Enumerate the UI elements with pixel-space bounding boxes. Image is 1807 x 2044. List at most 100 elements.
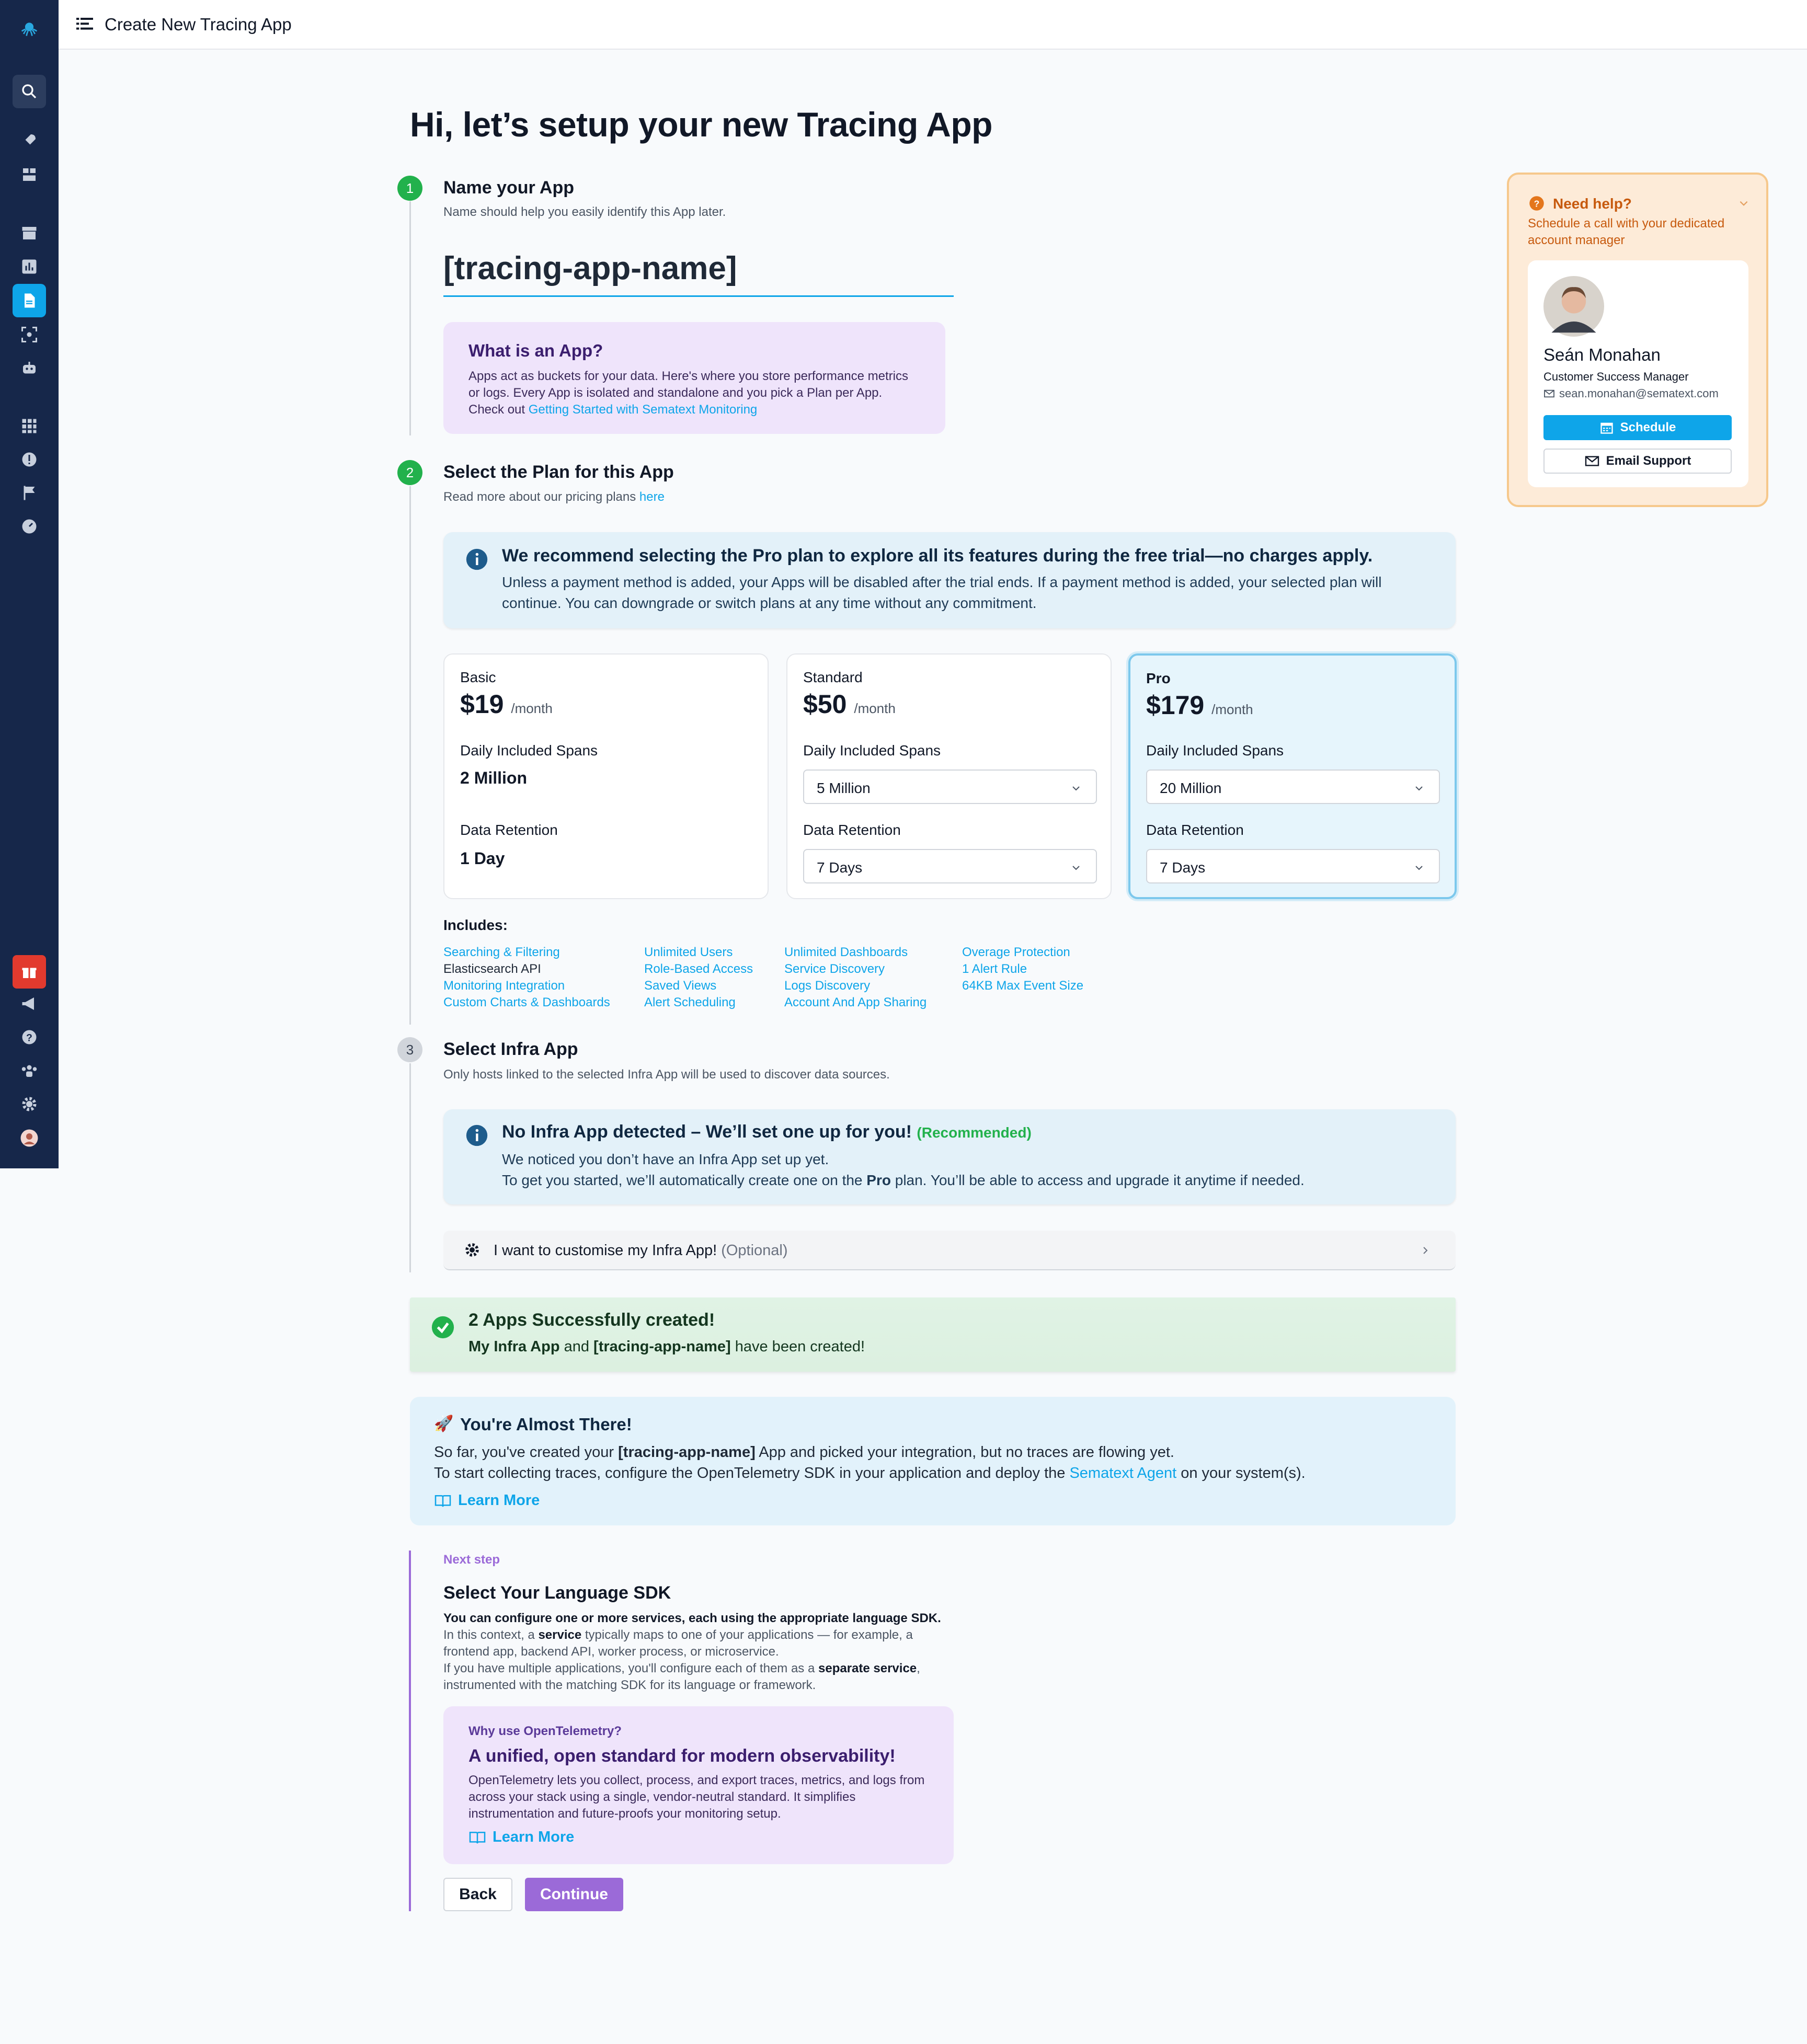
alert-icon[interactable] xyxy=(13,443,46,476)
integrations-icon[interactable] xyxy=(13,158,46,191)
help-icon[interactable]: ? xyxy=(13,1020,46,1054)
continue-button[interactable]: Continue xyxy=(525,1878,623,1911)
includes-label: Includes: xyxy=(443,917,508,933)
app-name-value: [tracing-app-name] xyxy=(443,250,737,286)
envelope-icon xyxy=(1544,389,1554,398)
getting-started-link[interactable]: Getting Started with Sematext Monitoring xyxy=(529,403,758,417)
logo-icon[interactable] xyxy=(13,13,46,46)
step-number-3: 3 xyxy=(397,1037,422,1062)
back-button[interactable]: Back xyxy=(443,1878,512,1911)
retention-label: Data Retention xyxy=(460,822,558,838)
feature-item[interactable]: 64KB Max Event Size xyxy=(962,978,1083,994)
chevron-down-icon xyxy=(1415,786,1423,791)
announcement-icon[interactable] xyxy=(13,987,46,1020)
check-circle-icon xyxy=(431,1316,454,1339)
infra-notice-text: We noticed you don’t have an Infra App s… xyxy=(502,1151,1305,1188)
account-manager-card: Seán Monahan Customer Success Manager se… xyxy=(1528,260,1748,487)
almost-there-card: 🚀 You're Almost There! So far, you've cr… xyxy=(410,1397,1456,1525)
flag-icon[interactable] xyxy=(13,476,46,510)
plan-card-pro[interactable]: Pro $179 /month Daily Included Spans 20 … xyxy=(1128,653,1457,899)
recommendation-text: Unless a payment method is added, your A… xyxy=(502,574,1382,611)
almost-text: So far, you've created your [tracing-app… xyxy=(434,1444,1306,1482)
chart-icon[interactable] xyxy=(13,250,46,283)
spans-select[interactable]: 20 Million xyxy=(1146,770,1440,804)
settings-icon[interactable] xyxy=(13,1087,46,1121)
feature-item[interactable]: Monitoring Integration xyxy=(443,978,610,994)
feature-item[interactable]: Custom Charts & Dashboards xyxy=(443,994,610,1011)
step-connector xyxy=(409,486,411,1025)
sidebar: ? xyxy=(0,0,59,1168)
user-avatar-icon[interactable] xyxy=(13,1121,46,1155)
help-circle-icon: ? xyxy=(1529,196,1544,211)
feature-item[interactable]: Account And App Sharing xyxy=(784,994,927,1011)
pricing-link[interactable]: here xyxy=(639,490,665,504)
chevron-down-icon[interactable] xyxy=(1738,198,1749,209)
rocket-icon[interactable] xyxy=(13,124,46,157)
step-connector xyxy=(409,1063,411,1272)
chevron-down-icon xyxy=(1415,866,1423,870)
page-title: Create New Tracing App xyxy=(105,15,292,34)
search-icon[interactable] xyxy=(13,75,46,108)
retention-select[interactable]: 7 Days xyxy=(803,849,1097,883)
feature-item[interactable]: Unlimited Users xyxy=(644,944,753,961)
retention-label: Data Retention xyxy=(1146,822,1244,838)
info-icon xyxy=(466,548,488,570)
learn-more-link[interactable]: Learn More xyxy=(468,1829,574,1846)
bot-icon[interactable] xyxy=(13,351,46,385)
team-icon[interactable] xyxy=(13,1054,46,1087)
next-step-label: Next step xyxy=(443,1553,500,1567)
why-otel-label: Why use OpenTelemetry? xyxy=(468,1724,622,1738)
feature-item[interactable]: Searching & Filtering xyxy=(443,944,610,961)
app-name-input[interactable]: [tracing-app-name] xyxy=(443,250,954,297)
chevron-down-icon xyxy=(1072,786,1080,791)
feature-item[interactable]: Saved Views xyxy=(644,978,753,994)
step3-subtitle: Only hosts linked to the selected Infra … xyxy=(443,1067,890,1082)
feature-item[interactable]: 1 Alert Rule xyxy=(962,961,1083,978)
help-subtitle: Schedule a call with your dedicated acco… xyxy=(1528,216,1725,247)
sematext-agent-link[interactable]: Sematext Agent xyxy=(1069,1465,1176,1482)
feature-item: Elasticsearch API xyxy=(443,962,541,976)
retention-select[interactable]: 7 Days xyxy=(1146,849,1440,883)
experience-icon[interactable] xyxy=(13,318,46,351)
recommendation-title: We recommend selecting the Pro plan to e… xyxy=(502,546,1373,566)
includes-column: Unlimited Dashboards Service Discovery L… xyxy=(784,944,927,1011)
learn-more-link[interactable]: Learn More xyxy=(434,1492,540,1509)
svg-text:?: ? xyxy=(1534,198,1540,209)
feature-item[interactable]: Unlimited Dashboards xyxy=(784,944,927,961)
feature-item[interactable]: Overage Protection xyxy=(962,944,1083,961)
almost-title: You're Almost There! xyxy=(460,1415,632,1434)
next-step-line xyxy=(409,1551,411,1911)
email-support-button[interactable]: Email Support xyxy=(1543,449,1732,474)
why-otel-card: Why use OpenTelemetry? A unified, open s… xyxy=(443,1706,954,1864)
menu-icon[interactable] xyxy=(76,17,93,31)
spans-select[interactable]: 5 Million xyxy=(803,770,1097,804)
step1-title: Name your App xyxy=(443,178,575,198)
dashboard-icon[interactable] xyxy=(13,510,46,543)
manager-avatar xyxy=(1543,276,1604,337)
step2-title: Select the Plan for this App xyxy=(443,462,674,482)
step-connector xyxy=(409,201,411,435)
feature-item[interactable]: Service Discovery xyxy=(784,961,927,978)
logs-icon[interactable] xyxy=(13,284,46,317)
manager-role: Customer Success Manager xyxy=(1543,370,1689,383)
apps-grid-icon[interactable] xyxy=(13,409,46,443)
chevron-down-icon xyxy=(1072,866,1080,870)
feature-item[interactable]: Role-Based Access xyxy=(644,961,753,978)
retention-label: Data Retention xyxy=(803,822,901,838)
plan-card-standard[interactable]: Standard $50 /month Daily Included Spans… xyxy=(786,653,1112,899)
feature-item[interactable]: Alert Scheduling xyxy=(644,994,753,1011)
chevron-right-icon xyxy=(1423,1247,1428,1254)
book-icon xyxy=(469,1831,486,1843)
archive-icon[interactable] xyxy=(13,216,46,250)
customise-infra-row[interactable]: I want to customise my Infra App! (Optio… xyxy=(443,1231,1456,1270)
step-number-1: 1 xyxy=(397,176,422,201)
info-icon xyxy=(466,1124,488,1146)
why-otel-text: OpenTelemetry lets you collect, process,… xyxy=(468,1773,925,1821)
book-icon xyxy=(434,1495,451,1507)
gift-icon[interactable] xyxy=(13,955,46,989)
plan-card-basic[interactable]: Basic $19 /month Daily Included Spans 2 … xyxy=(443,653,769,899)
schedule-button[interactable]: Schedule xyxy=(1543,415,1732,440)
spans-label: Daily Included Spans xyxy=(1146,742,1284,759)
plan-price: $179 /month xyxy=(1146,691,1253,720)
feature-item[interactable]: Logs Discovery xyxy=(784,978,927,994)
